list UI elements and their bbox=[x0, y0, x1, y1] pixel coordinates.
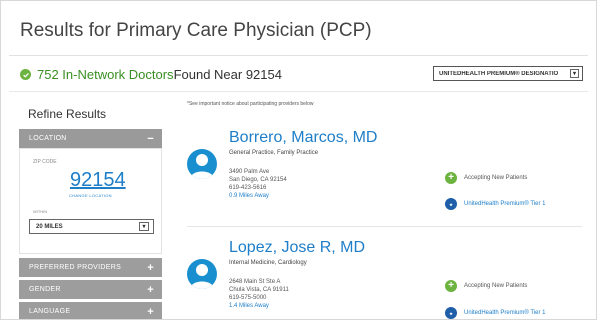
accepting-label: Accepting New Patients bbox=[464, 283, 528, 289]
provider-address-line2: Chula Vista, CA 91911 bbox=[229, 287, 289, 293]
provider-name-link[interactable]: Borrero, Marcos, MD bbox=[229, 129, 377, 147]
plus-circle-icon: + bbox=[445, 172, 457, 184]
results-page: Results for Primary Care Physician (PCP)… bbox=[0, 0, 597, 320]
change-location-link[interactable]: CHANGE LOCATION bbox=[69, 193, 112, 198]
person-avatar-icon bbox=[187, 149, 217, 179]
accepting-label: Accepting New Patients bbox=[464, 175, 528, 181]
refine-results-title: Refine Results bbox=[28, 107, 107, 121]
expand-icon: + bbox=[147, 283, 154, 296]
expand-icon: + bbox=[147, 305, 154, 318]
chevron-down-icon: ▾ bbox=[139, 222, 149, 231]
provider-name-link[interactable]: Lopez, Jose R, MD bbox=[229, 239, 365, 257]
provider-distance-link[interactable]: 1.4 Miles Away bbox=[229, 303, 269, 309]
title-divider bbox=[9, 55, 588, 56]
results-summary: 752 In-Network Doctors Found Near 92154 bbox=[20, 67, 282, 82]
tier-badge-icon: ★ bbox=[445, 198, 457, 210]
provider-specialty: Internal Medicine, Cardiology bbox=[229, 260, 307, 266]
location-panel: ZIP CODE 92154 CHANGE LOCATION WITHIN 20… bbox=[19, 148, 162, 254]
filter-location-label: LOCATION bbox=[29, 135, 67, 142]
filter-preferred-providers-label: PREFERRED PROVIDERS bbox=[29, 264, 122, 271]
tier-badge-icon: ★ bbox=[445, 307, 457, 319]
premium-tier-label: UnitedHealth Premium® Tier 1 bbox=[464, 310, 546, 316]
filter-language-header[interactable]: LANGUAGE + bbox=[19, 302, 162, 319]
plus-circle-icon: + bbox=[445, 280, 457, 292]
zip-code-link[interactable]: 92154 bbox=[70, 169, 126, 192]
within-miles-select[interactable]: 20 MILES ▾ bbox=[29, 219, 154, 234]
results-divider bbox=[9, 91, 588, 92]
provider-address-line1: 3490 Palm Ave bbox=[229, 169, 270, 175]
filter-gender-label: GENDER bbox=[29, 286, 61, 293]
provider-specialty: General Practice, Family Practice bbox=[229, 150, 319, 156]
provider-address-line1: 2648 Main St Ste A bbox=[229, 279, 281, 285]
chevron-down-icon: ▾ bbox=[570, 69, 579, 78]
filter-language-label: LANGUAGE bbox=[29, 308, 71, 315]
provider-card: Borrero, Marcos, MD General Practice, Fa… bbox=[187, 129, 582, 224]
filter-location-header[interactable]: LOCATION − bbox=[19, 129, 162, 148]
check-circle-icon bbox=[20, 69, 31, 80]
premium-tier-link[interactable]: ★ UnitedHealth Premium® Tier 1 bbox=[445, 198, 545, 210]
result-count: 752 In-Network Doctors bbox=[37, 67, 174, 82]
within-miles-value: 20 MILES bbox=[36, 223, 63, 230]
premium-tier-label: UnitedHealth Premium® Tier 1 bbox=[464, 201, 546, 207]
provider-distance-link[interactable]: 0.9 Miles Away bbox=[229, 193, 269, 199]
provider-address-line2: San Diego, CA 92154 bbox=[229, 177, 287, 183]
zip-code-label: ZIP CODE bbox=[33, 159, 57, 165]
premium-designation-value: UNITEDHEALTH PREMIUM® DESIGNATIO bbox=[439, 70, 559, 77]
accepting-new-patients: + Accepting New Patients bbox=[445, 172, 527, 184]
provider-phone: 619-575-5000 bbox=[229, 295, 267, 301]
premium-tier-link[interactable]: ★ UnitedHealth Premium® Tier 1 bbox=[445, 307, 545, 319]
expand-icon: + bbox=[147, 261, 154, 274]
filter-preferred-providers-header[interactable]: PREFERRED PROVIDERS + bbox=[19, 258, 162, 277]
person-avatar-icon bbox=[187, 259, 217, 289]
card-divider bbox=[187, 226, 582, 227]
provider-phone: 619-423-5616 bbox=[229, 185, 267, 191]
provider-notice-link[interactable]: *See important notice about participatin… bbox=[187, 101, 313, 107]
result-location-text: Found Near 92154 bbox=[173, 67, 282, 82]
collapse-icon: − bbox=[147, 132, 154, 145]
refine-sidebar: LOCATION − ZIP CODE 92154 CHANGE LOCATIO… bbox=[19, 129, 162, 319]
page-title: Results for Primary Care Physician (PCP) bbox=[20, 20, 372, 41]
within-label: WITHIN bbox=[33, 209, 48, 214]
accepting-new-patients: + Accepting New Patients bbox=[445, 280, 527, 292]
filter-gender-header[interactable]: GENDER + bbox=[19, 280, 162, 299]
premium-designation-select[interactable]: UNITEDHEALTH PREMIUM® DESIGNATIO ▾ bbox=[433, 66, 583, 81]
provider-card: Lopez, Jose R, MD Internal Medicine, Car… bbox=[187, 239, 582, 319]
